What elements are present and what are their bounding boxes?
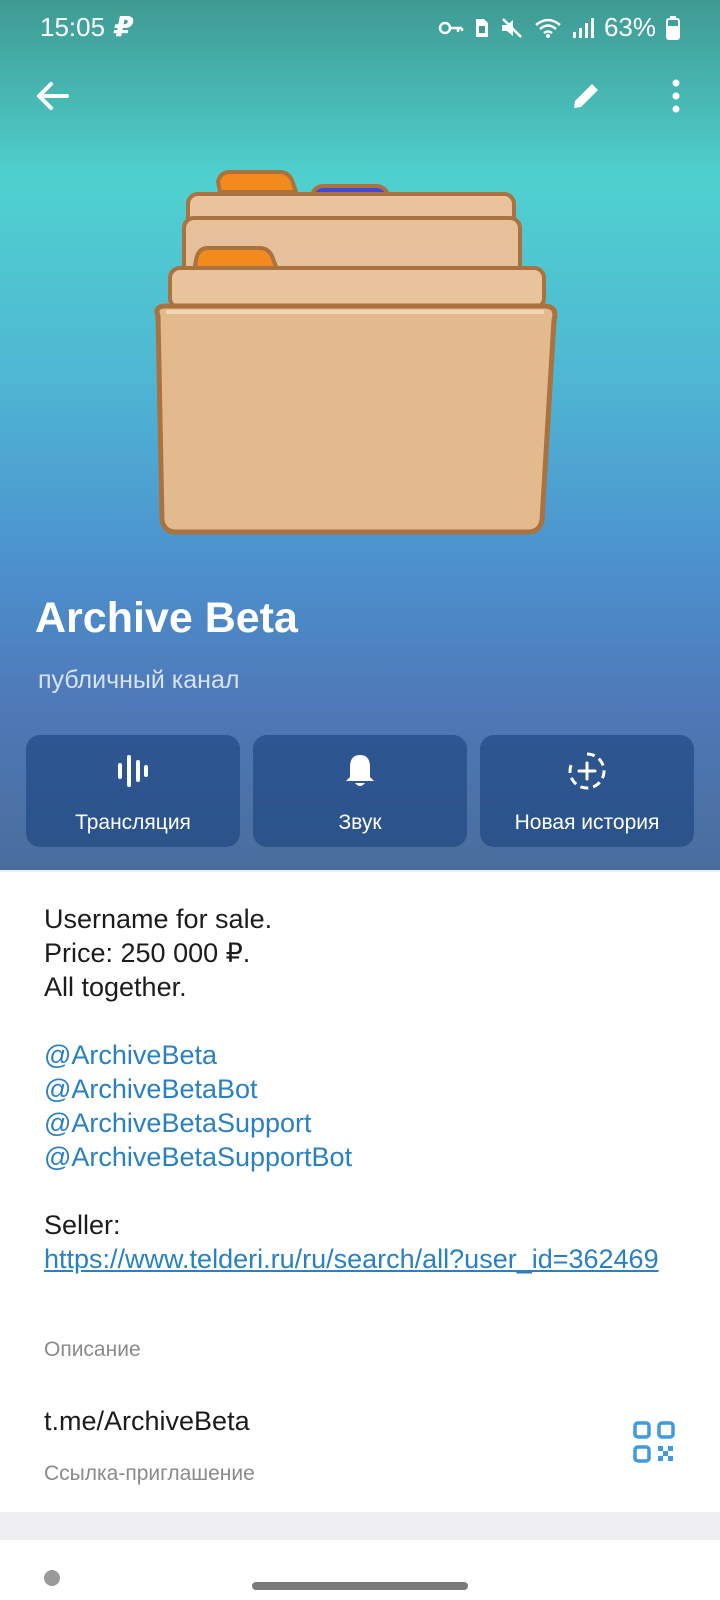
section-icon	[44, 1570, 60, 1586]
sound-button[interactable]: Звук	[253, 735, 467, 847]
channel-subtitle: публичный канал	[38, 666, 240, 694]
mention-link[interactable]: @ArchiveBetaBot	[44, 1072, 664, 1106]
arrow-left-icon	[37, 82, 69, 110]
action-buttons: Трансляция Звук Новая история	[26, 735, 694, 847]
mute-icon	[501, 17, 522, 38]
sim-icon	[475, 18, 488, 37]
back-button[interactable]	[28, 72, 76, 120]
description-line: Username for sale.	[44, 904, 273, 934]
battery-percent: 63%	[603, 12, 656, 42]
next-section-card	[0, 1540, 720, 1600]
more-vertical-icon	[672, 79, 680, 113]
mention-link[interactable]: @ArchiveBetaSupport	[44, 1106, 664, 1140]
more-button[interactable]	[652, 72, 700, 120]
live-stream-button[interactable]: Трансляция	[26, 735, 240, 847]
edit-button[interactable]	[562, 72, 610, 120]
description-line: Price: 250 000 ₽.	[44, 938, 251, 968]
bell-icon	[346, 755, 374, 786]
invite-link[interactable]: t.me/ArchiveBeta	[44, 1406, 250, 1437]
description-caption: Описание	[44, 1338, 141, 1361]
ruble-app-icon: ₽	[114, 11, 134, 42]
description-line: All together.	[44, 972, 187, 1002]
add-story-icon	[568, 752, 606, 790]
navigation-handle[interactable]	[252, 1582, 468, 1590]
battery-icon	[666, 15, 680, 40]
seller-link[interactable]: https://www.telderi.ru/ru/search/all?use…	[44, 1242, 664, 1276]
new-story-button[interactable]: Новая история	[480, 735, 694, 847]
seller-label: Seller:	[44, 1210, 121, 1240]
mention-link[interactable]: @ArchiveBeta	[44, 1038, 664, 1072]
key-icon	[438, 21, 464, 34]
signal-icon	[572, 17, 594, 38]
wifi-icon	[535, 18, 561, 38]
status-time: 15:05	[40, 12, 106, 42]
status-bar: 15:05 ₽ 63%	[0, 0, 720, 54]
profile-header: 15:05 ₽ 63% Archive Beta публичный канал…	[0, 0, 720, 870]
sound-label: Звук	[338, 811, 382, 834]
channel-info-card: Username for sale. Price: 250 000 ₽. All…	[0, 872, 720, 1512]
status-icons: 63%	[438, 12, 680, 43]
channel-description: Username for sale. Price: 250 000 ₽. All…	[44, 902, 664, 1276]
live-stream-label: Трансляция	[75, 811, 191, 834]
invite-link-caption: Ссылка-приглашение	[44, 1462, 255, 1485]
live-stream-icon	[118, 755, 148, 787]
pencil-icon	[574, 84, 598, 108]
mention-link[interactable]: @ArchiveBetaSupportBot	[44, 1140, 664, 1174]
channel-name: Archive Beta	[35, 594, 298, 642]
new-story-label: Новая история	[514, 811, 660, 834]
card-index-dividers-icon	[154, 170, 558, 535]
qr-code-icon[interactable]	[632, 1420, 676, 1464]
